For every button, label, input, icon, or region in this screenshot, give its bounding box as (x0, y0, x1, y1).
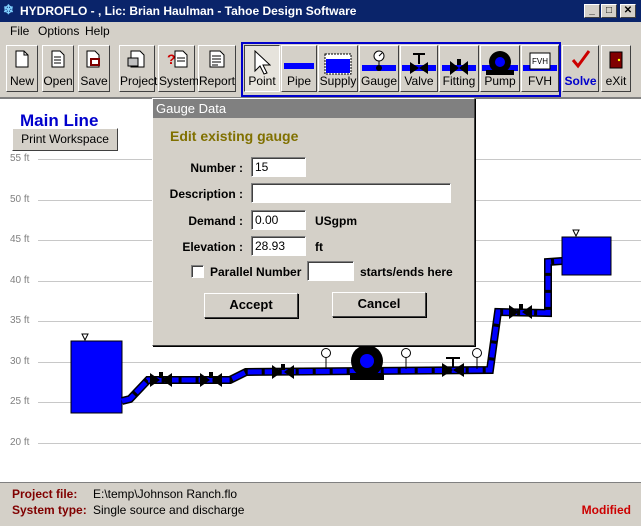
system-type-label: System type: (12, 503, 87, 517)
close-button[interactable]: ✕ (620, 4, 636, 18)
menu-bar: File Options Help (0, 22, 641, 40)
parallel-number-field[interactable] (307, 261, 354, 281)
demand-label: Demand : (188, 214, 243, 228)
parallel-checkbox[interactable] (191, 265, 204, 278)
parallel-suffix-label: starts/ends here (360, 265, 453, 279)
system-button[interactable]: ? System (158, 45, 200, 92)
project-icon (127, 50, 145, 68)
report-icon (209, 50, 225, 68)
elevation-label: Elevation : (182, 240, 243, 254)
save-label: Save (80, 74, 108, 88)
system-label: System (159, 74, 200, 88)
elevation-unit: ft (315, 240, 323, 254)
gauge-symbol[interactable] (401, 348, 411, 370)
gauge-data-dialog: Gauge Data Edit existing gauge Number : … (152, 98, 475, 346)
save-button[interactable]: Save (78, 45, 110, 92)
parallel-number-label: Parallel Number (210, 265, 302, 279)
system-type-value: Single source and discharge (93, 503, 245, 517)
new-file-icon (15, 50, 29, 68)
app-snowflake-icon: ❄ (3, 2, 14, 17)
dialog-subtitle: Edit existing gauge (170, 128, 299, 144)
project-file-value: E:\temp\Johnson Ranch.flo (93, 487, 238, 501)
exit-door-icon (609, 51, 623, 69)
report-button[interactable]: Report (198, 45, 236, 92)
window-title: HYDROFLO - , Lic: Brian Haulman - Tahoe … (20, 4, 357, 18)
accept-button[interactable]: Accept (204, 293, 298, 318)
source-tank[interactable] (70, 333, 123, 414)
minimize-button[interactable]: _ (584, 4, 600, 18)
description-field[interactable] (251, 183, 451, 203)
number-label: Number : (190, 161, 243, 175)
cancel-button[interactable]: Cancel (332, 292, 426, 317)
gauge-symbol[interactable] (321, 348, 331, 370)
project-file-label: Project file: (12, 487, 78, 501)
solve-label: Solve (564, 74, 597, 88)
open-file-icon (51, 50, 65, 68)
description-label: Description : (169, 187, 243, 201)
project-button[interactable]: Project (119, 45, 158, 92)
menu-options[interactable]: Options (38, 24, 79, 38)
svg-text:?: ? (167, 51, 176, 67)
open-label: Open (43, 74, 73, 88)
maximize-button[interactable]: □ (601, 4, 617, 18)
system-icon: ? (167, 50, 187, 68)
new-button[interactable]: New (6, 45, 38, 92)
demand-field[interactable]: 0.00 (251, 210, 306, 230)
solve-button[interactable]: Solve (562, 45, 599, 92)
new-label: New (9, 74, 34, 88)
save-icon (86, 50, 100, 68)
discharge-tank[interactable] (561, 229, 612, 276)
report-label: Report (199, 74, 236, 88)
modified-indicator: Modified (581, 503, 631, 517)
pump-symbol[interactable] (350, 345, 384, 380)
title-bar: ❄ HYDROFLO - , Lic: Brian Haulman - Taho… (0, 0, 641, 22)
status-bar: Project file: E:\temp\Johnson Ranch.flo … (0, 482, 641, 526)
placement-tool-group (241, 42, 561, 97)
number-field[interactable]: 15 (251, 157, 306, 177)
checkmark-icon (571, 50, 590, 69)
dialog-title: Gauge Data (153, 99, 474, 118)
exit-label: eXit (605, 74, 627, 88)
menu-file[interactable]: File (10, 24, 29, 38)
project-label: Project (120, 74, 158, 88)
menu-help[interactable]: Help (85, 24, 110, 38)
exit-button[interactable]: eXit (601, 45, 631, 92)
open-button[interactable]: Open (42, 45, 74, 92)
elevation-field[interactable]: 28.93 (251, 236, 306, 256)
gauge-symbol[interactable] (472, 348, 482, 370)
demand-unit: USgpm (315, 214, 357, 228)
